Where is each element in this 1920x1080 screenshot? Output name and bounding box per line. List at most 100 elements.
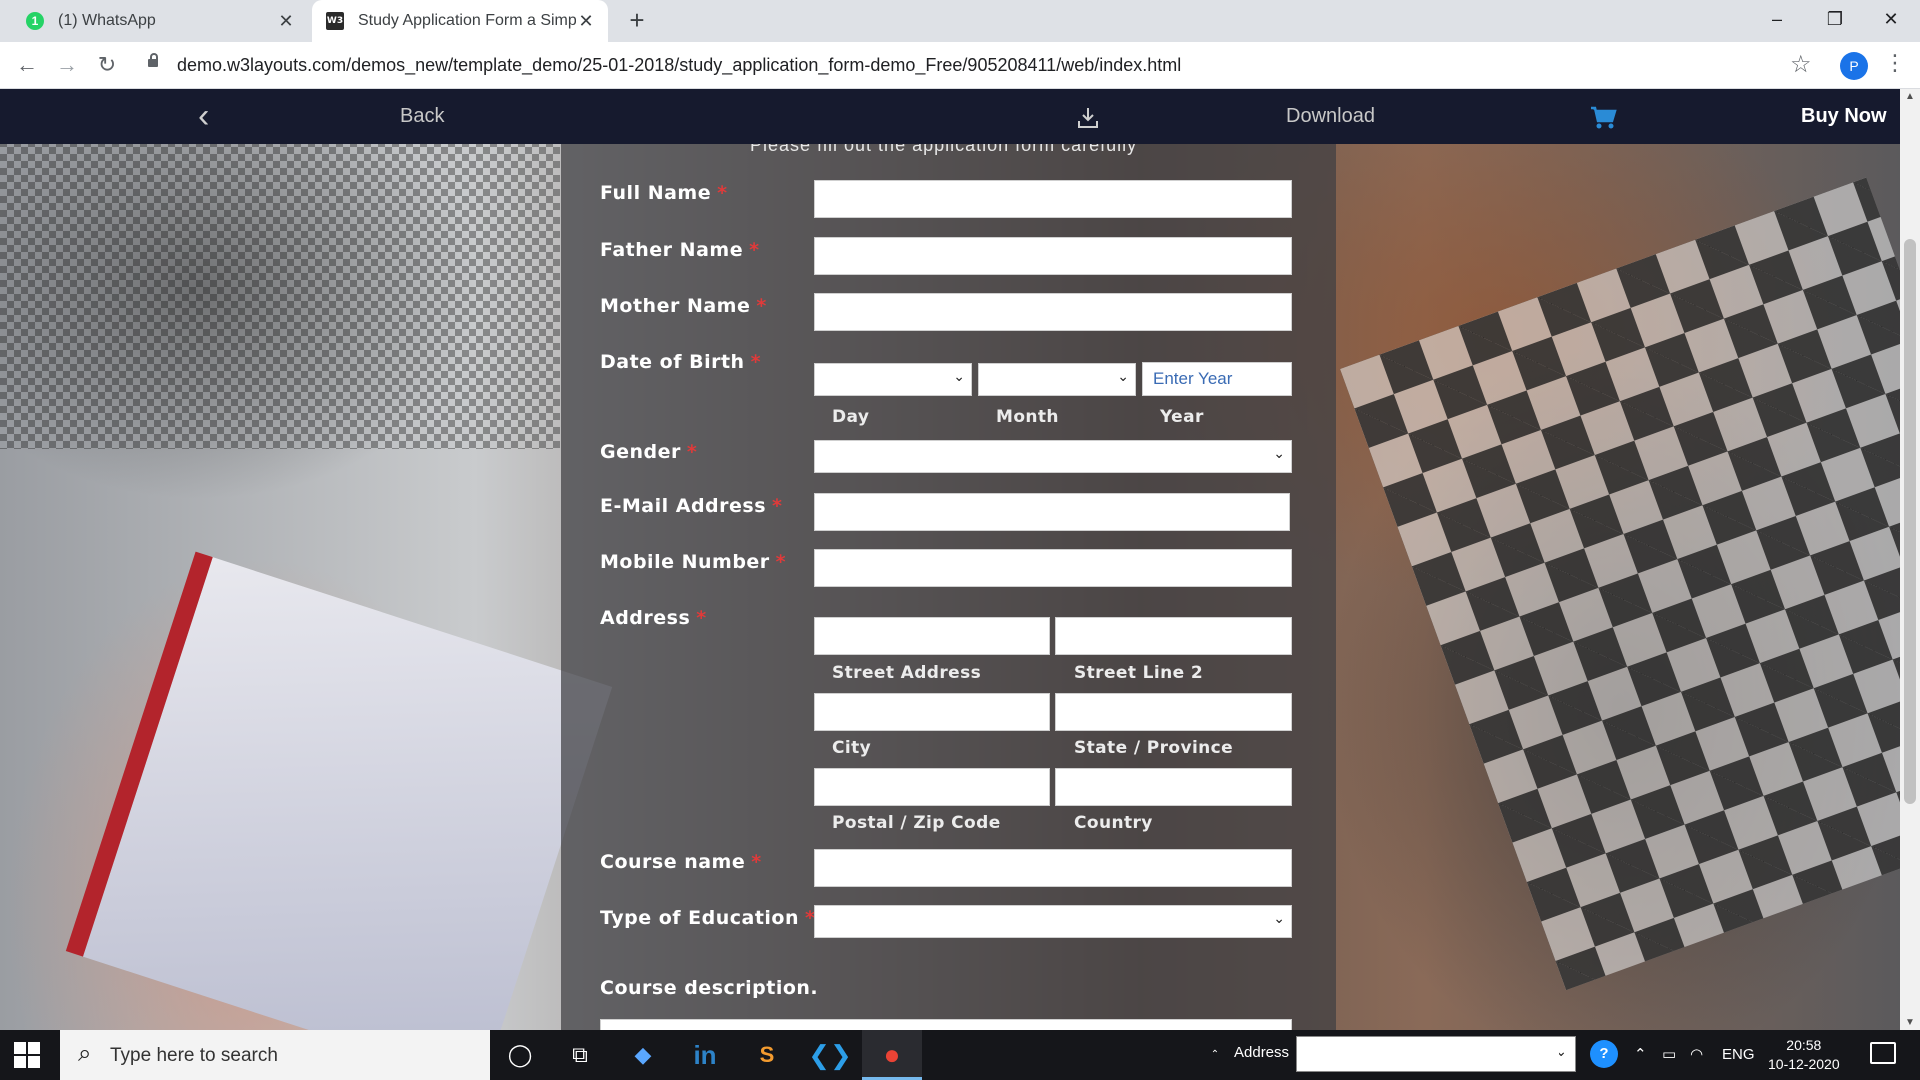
course-name-label: Course name *	[600, 851, 762, 873]
street-address-input[interactable]	[814, 617, 1050, 655]
reload-icon[interactable]: ↻	[92, 50, 122, 80]
postal-code-caption: Postal / Zip Code	[832, 813, 1001, 833]
lock-icon	[148, 53, 158, 67]
mobile-label: Mobile Number *	[600, 551, 786, 573]
full-name-input[interactable]	[814, 180, 1292, 218]
bookmark-star-icon[interactable]: ☆	[1790, 50, 1812, 79]
state-input[interactable]	[1055, 693, 1292, 731]
url-field[interactable]: demo.w3layouts.com/demos_new/template_de…	[177, 52, 1181, 78]
address-toolbar-input[interactable]: ⌄	[1296, 1036, 1576, 1072]
father-name-label: Father Name *	[600, 239, 760, 261]
notification-center-icon[interactable]	[1870, 1042, 1896, 1064]
scroll-down-icon[interactable]: ▼	[1900, 1017, 1920, 1028]
back-link[interactable]: Back	[400, 89, 444, 144]
label-text: Type of Education	[600, 907, 799, 929]
background-shirt-pattern	[1340, 177, 1900, 991]
page-viewport: ‹ Back Download Buy Now Please fill out …	[0, 89, 1900, 1030]
required-asterisk: *	[775, 551, 787, 573]
scrollbar-thumb[interactable]	[1904, 239, 1916, 804]
city-caption: City	[832, 738, 872, 758]
education-type-label: Type of Education *	[600, 907, 815, 929]
father-name-input[interactable]	[814, 237, 1292, 275]
address-label: Address *	[600, 607, 707, 629]
tab-whatsapp[interactable]: 1 (1) WhatsApp ✕	[12, 0, 308, 42]
dob-label: Date of Birth *	[600, 351, 761, 373]
day-caption: Day	[832, 407, 870, 427]
year-input[interactable]: Enter Year	[1142, 362, 1292, 396]
mother-name-input[interactable]	[814, 293, 1292, 331]
label-text: Gender	[600, 441, 681, 463]
minimize-icon[interactable]: –	[1748, 0, 1806, 40]
chevron-down-icon: ⌄	[1273, 910, 1285, 926]
mobile-input[interactable]	[814, 549, 1292, 587]
required-asterisk: *	[749, 239, 760, 261]
demo-top-bar: ‹ Back Download Buy Now	[0, 89, 1900, 144]
new-tab-button[interactable]: +	[622, 6, 652, 36]
download-icon[interactable]	[1075, 89, 1101, 144]
close-tab-icon[interactable]: ✕	[576, 11, 596, 32]
refresh-icon[interactable]: ↻	[1548, 1030, 1561, 1080]
label-text: Mobile Number	[600, 551, 770, 573]
course-description-textarea[interactable]	[600, 1019, 1292, 1030]
street-address-caption: Street Address	[832, 663, 982, 683]
windows-start-icon[interactable]	[14, 1042, 40, 1068]
cortana-icon[interactable]: ◯	[490, 1030, 550, 1080]
forward-arrow-icon[interactable]: →	[52, 50, 82, 80]
help-icon[interactable]: ?	[1590, 1040, 1618, 1068]
year-caption: Year	[1160, 407, 1204, 427]
page-scrollbar[interactable]: ▲ ▼	[1900, 89, 1920, 1030]
meet-now-icon[interactable]: ▭	[1662, 1030, 1676, 1080]
linkedin-icon[interactable]: in	[675, 1030, 735, 1080]
taskbar-search[interactable]: ⌕ Type here to search	[60, 1030, 490, 1080]
tab-study-form[interactable]: W3 Study Application Form a Simple ✕	[312, 0, 608, 42]
toolbar-scroll-icon[interactable]: ⌃	[1202, 1030, 1228, 1080]
clock-date: 10-12-2020	[1768, 1056, 1840, 1072]
app-icon-blue[interactable]: ◆	[613, 1030, 673, 1080]
postal-code-input[interactable]	[814, 768, 1050, 806]
profile-avatar[interactable]: P	[1840, 52, 1868, 80]
required-asterisk: *	[750, 351, 762, 373]
vscode-icon[interactable]: ❮❯	[800, 1030, 860, 1080]
buy-now-link[interactable]: Buy Now	[1801, 89, 1887, 144]
download-link[interactable]: Download	[1286, 89, 1375, 144]
task-view-icon[interactable]: ⧉	[550, 1030, 610, 1080]
street-line2-input[interactable]	[1055, 617, 1292, 655]
background-photo-pattern	[0, 119, 560, 449]
chrome-menu-icon[interactable]: ⋮	[1884, 50, 1906, 76]
label-text: Mother Name	[600, 295, 751, 317]
label-text: Date of Birth	[600, 351, 745, 373]
scroll-up-icon[interactable]: ▲	[1900, 91, 1920, 102]
address-bar: ← → ↻ demo.w3layouts.com/demos_new/templ…	[0, 42, 1920, 89]
label-text: Father Name	[600, 239, 744, 261]
country-input[interactable]	[1055, 768, 1292, 806]
cart-icon[interactable]	[1589, 89, 1617, 144]
email-input[interactable]	[814, 493, 1290, 531]
chrome-icon[interactable]: ●	[862, 1030, 922, 1080]
day-select[interactable]: ⌄	[814, 363, 972, 396]
email-label: E-Mail Address *	[600, 495, 782, 517]
system-clock[interactable]: 20:58 10-12-2020	[1768, 1036, 1840, 1074]
education-type-select[interactable]: ⌄	[814, 905, 1292, 938]
label-text: Course name	[600, 851, 746, 873]
gender-label: Gender *	[600, 441, 697, 463]
gender-select[interactable]: ⌄	[814, 440, 1292, 473]
close-tab-icon[interactable]: ✕	[276, 11, 296, 32]
restore-icon[interactable]: ❐	[1806, 0, 1864, 40]
language-indicator[interactable]: ENG	[1722, 1030, 1755, 1080]
tray-expand-icon[interactable]: ⌃	[1634, 1030, 1647, 1080]
course-name-input[interactable]	[814, 849, 1292, 887]
city-input[interactable]	[814, 693, 1050, 731]
month-select[interactable]: ⌄	[978, 363, 1136, 396]
back-arrow-icon[interactable]: ←	[12, 50, 42, 80]
tab-title: Study Application Form a Simple	[358, 12, 576, 29]
tab-title: (1) WhatsApp	[58, 12, 156, 29]
course-description-label: Course description.	[600, 977, 819, 999]
close-window-icon[interactable]: ✕	[1862, 0, 1920, 40]
chevron-down-icon: ⌄	[1117, 368, 1129, 384]
wifi-icon[interactable]: ◠	[1690, 1030, 1703, 1080]
address-toolbar-label: Address	[1234, 1044, 1290, 1061]
tab-strip: 1 (1) WhatsApp ✕ W3 Study Application Fo…	[0, 0, 1920, 42]
search-icon: ⌕	[78, 1040, 92, 1067]
sublime-text-icon[interactable]: S	[737, 1030, 797, 1080]
chevron-left-icon[interactable]: ‹	[198, 89, 209, 144]
